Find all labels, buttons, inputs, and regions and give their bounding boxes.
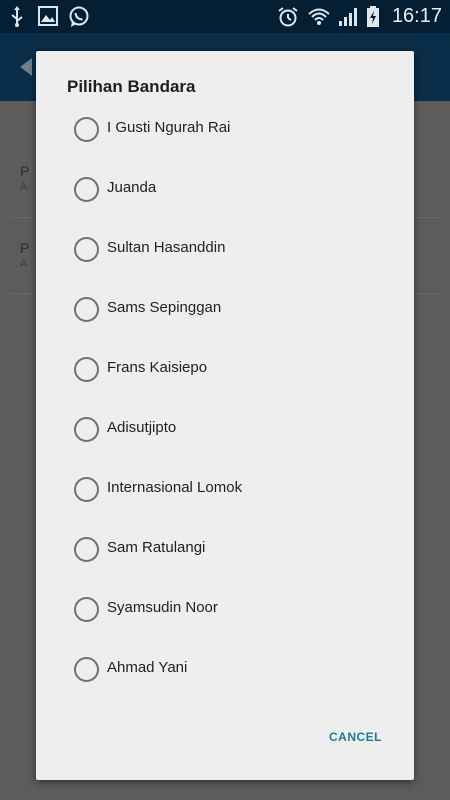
list-item-title: P <box>20 163 30 179</box>
radio-button[interactable] <box>74 297 99 322</box>
list-item-title: P <box>20 240 30 256</box>
dialog-title: Pilihan Bandara <box>67 77 196 96</box>
option-label: Internasional Lomok <box>107 479 243 496</box>
option-sam-ratulangi[interactable]: Sam Ratulangi <box>36 521 414 577</box>
option-sultan-hasanddin[interactable]: Sultan Hasanddin <box>36 221 414 277</box>
radio-button[interactable] <box>74 237 99 262</box>
image-icon <box>38 6 58 26</box>
list-item-subtitle: A <box>20 181 28 193</box>
option-syamsudin-noor[interactable]: Syamsudin Noor <box>36 581 414 637</box>
option-label: Syamsudin Noor <box>107 599 218 616</box>
option-i-gusti-ngurah-rai[interactable]: I Gusti Ngurah Rai <box>36 101 414 157</box>
option-label: Juanda <box>107 179 157 196</box>
battery-charging-icon <box>367 6 379 27</box>
alarm-icon <box>278 7 298 27</box>
status-bar: 16:17 <box>0 0 450 33</box>
radio-button[interactable] <box>74 357 99 382</box>
option-adisutjipto[interactable]: Adisutjipto <box>36 401 414 457</box>
usb-icon <box>11 6 23 27</box>
radio-button[interactable] <box>74 117 99 142</box>
option-internasional-lomok[interactable]: Internasional Lomok <box>36 461 414 517</box>
option-label: Frans Kaisiepo <box>107 359 208 376</box>
wifi-icon <box>308 8 330 25</box>
signal-icon <box>339 8 357 26</box>
back-arrow-icon[interactable] <box>20 58 32 76</box>
cancel-button[interactable]: CANCEL <box>327 726 384 748</box>
radio-button[interactable] <box>74 477 99 502</box>
option-label: Sultan Hasanddin <box>107 239 226 256</box>
option-frans-kaisiepo[interactable]: Frans Kaisiepo <box>36 341 414 397</box>
option-ahmad-yani[interactable]: Ahmad Yani <box>36 641 414 697</box>
list-item-subtitle: A <box>20 258 28 270</box>
option-label: Sam Ratulangi <box>107 539 206 556</box>
option-label: Ahmad Yani <box>107 659 188 676</box>
whatsapp-icon <box>69 6 89 27</box>
radio-button[interactable] <box>74 657 99 682</box>
radio-button[interactable] <box>74 537 99 562</box>
option-label: Sams Sepinggan <box>107 299 222 316</box>
option-label: Adisutjipto <box>107 419 177 436</box>
radio-button[interactable] <box>74 177 99 202</box>
radio-button[interactable] <box>74 597 99 622</box>
status-clock: 16:17 <box>391 5 442 27</box>
option-juanda[interactable]: Juanda <box>36 161 414 217</box>
airport-choice-dialog: Pilihan Bandara I Gusti Ngurah Rai Juand… <box>36 51 414 780</box>
option-sams-sepinggan[interactable]: Sams Sepinggan <box>36 281 414 337</box>
radio-button[interactable] <box>74 417 99 442</box>
option-label: I Gusti Ngurah Rai <box>107 119 231 136</box>
